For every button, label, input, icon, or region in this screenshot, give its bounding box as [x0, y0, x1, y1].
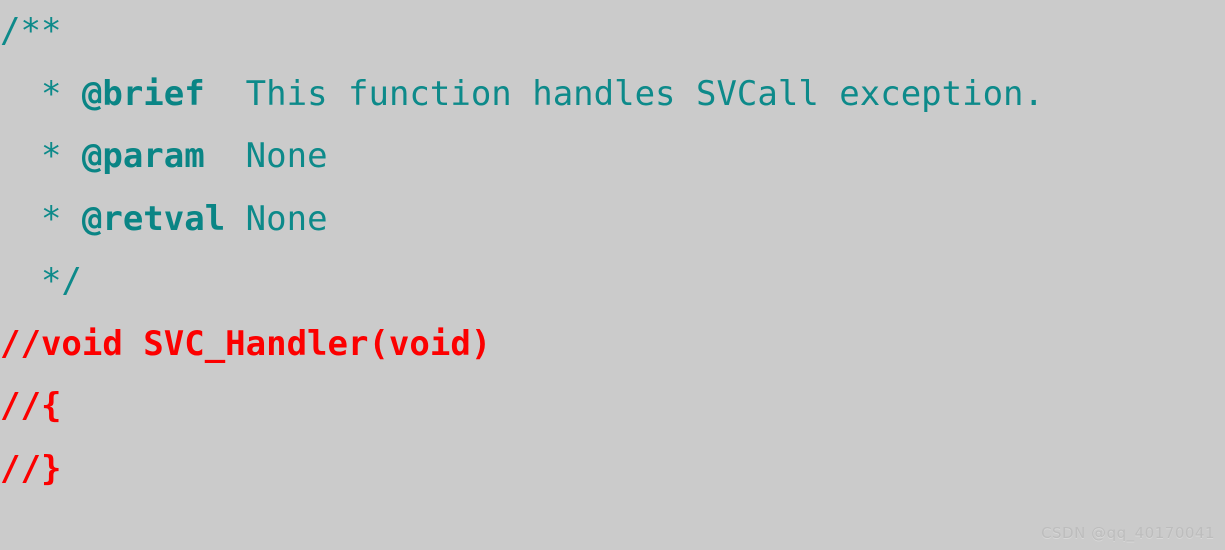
- code-line[interactable]: //}: [0, 438, 1044, 501]
- code-token-comment: None: [225, 198, 328, 239]
- code-token-doctag: @brief: [81, 73, 205, 114]
- code-token-comment: *: [0, 73, 82, 114]
- csdn-watermark: CSDN @qq_40170041: [1041, 524, 1215, 542]
- code-line[interactable]: //{: [0, 375, 1044, 438]
- code-token-comment: *: [0, 136, 82, 176]
- code-token-commented-code: //}: [0, 448, 62, 489]
- code-line[interactable]: * @brief This function handles SVCall ex…: [0, 63, 1044, 126]
- code-token-commented-code: //{: [0, 386, 62, 426]
- code-line[interactable]: */: [0, 250, 1044, 313]
- code-token-doctag: @retval: [81, 198, 226, 239]
- code-lines-container[interactable]: /** * @brief This function handles SVCal…: [0, 0, 1044, 500]
- code-editor-view: /** * @brief This function handles SVCal…: [0, 0, 1225, 550]
- code-token-doctag: @param: [81, 136, 205, 176]
- code-line[interactable]: * @param None: [0, 125, 1044, 188]
- code-token-commented-code: //void SVC_Handler(void): [0, 323, 492, 364]
- code-token-comment: *: [0, 198, 82, 239]
- code-token-comment: */: [0, 261, 82, 301]
- code-token-comment: /**: [0, 11, 62, 51]
- code-token-comment: This function handles SVCall exception.: [204, 73, 1044, 114]
- code-line[interactable]: //void SVC_Handler(void): [0, 313, 1044, 376]
- code-line[interactable]: * @retval None: [0, 188, 1044, 251]
- code-line[interactable]: /**: [0, 0, 1044, 63]
- code-token-comment: None: [204, 136, 328, 176]
